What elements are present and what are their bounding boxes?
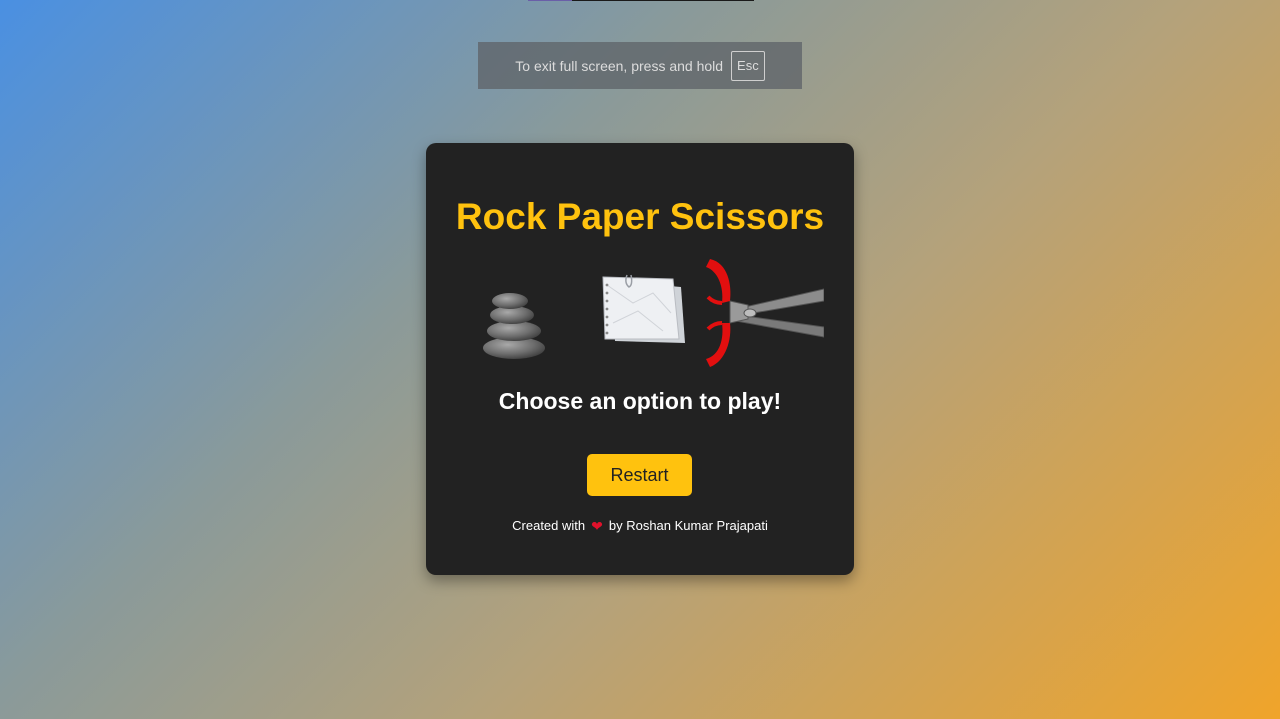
restart-button[interactable]: Restart [587,454,692,496]
heart-icon: ❤ [591,517,603,534]
game-card: Rock Paper Scissors Choose an option to … [426,143,854,575]
rock-choice[interactable] [481,291,551,361]
paper-icon [602,274,685,343]
fullscreen-notice: To exit full screen, press and hold Esc [478,42,802,89]
game-prompt: Choose an option to play! [498,388,782,414]
rock-icon [483,293,545,359]
scissors-choice[interactable] [706,257,824,369]
scissors-icon [706,259,824,367]
footer-prefix: Created with [512,518,586,533]
game-title: Rock Paper Scissors [455,196,825,237]
footer-credit: Created with ❤ by Roshan Kumar Prajapati [426,518,854,533]
footer-author: by Roshan Kumar Prajapati [608,518,768,533]
choice-row [481,257,826,369]
esc-key-badge: Esc [731,50,765,81]
paper-choice[interactable] [593,273,688,353]
browser-top-bar [528,0,754,1]
fullscreen-notice-text: To exit full screen, press and hold [515,57,724,74]
